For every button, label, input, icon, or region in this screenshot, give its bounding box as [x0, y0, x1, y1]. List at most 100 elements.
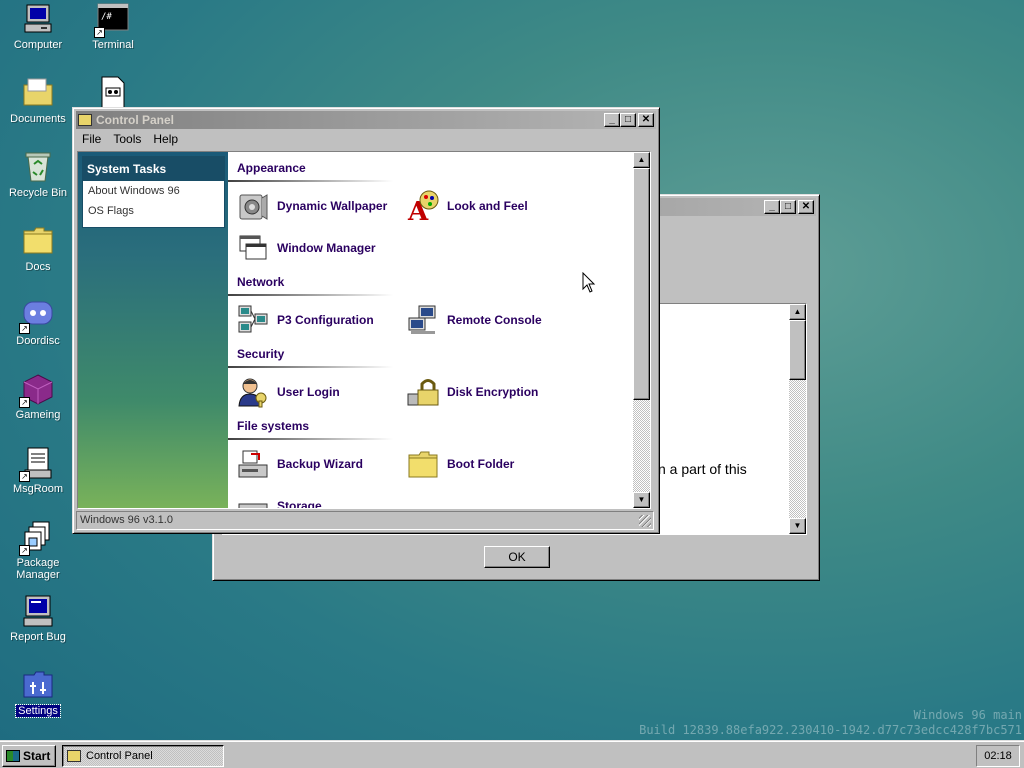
resize-grip[interactable] — [639, 515, 651, 527]
applet-vertical-scrollbar[interactable]: ▲ ▼ — [633, 152, 650, 508]
background-window-text: n a part of this — [658, 461, 747, 477]
close-button[interactable]: ✕ — [638, 113, 654, 127]
section-divider — [228, 294, 393, 296]
section-divider — [228, 366, 393, 368]
padlock-drive-icon — [407, 376, 439, 408]
scroll-down-button[interactable]: ▼ — [633, 492, 650, 508]
applet-label: Look and Feel — [447, 199, 528, 213]
folder-documents-icon — [21, 76, 55, 110]
desktop-icon-label: Report Bug — [10, 631, 66, 643]
scroll-thumb[interactable] — [633, 168, 650, 400]
control-panel-window[interactable]: Control Panel _ □ ✕ File Tools Help Syst… — [72, 107, 660, 534]
background-vertical-scrollbar[interactable]: ▲ ▼ — [789, 304, 806, 534]
applet-label: Disk Encryption — [447, 385, 539, 399]
desktop-icon-documents[interactable]: Documents — [2, 76, 74, 125]
desktop-icon-doordisc[interactable]: ↗ Doordisc — [2, 298, 74, 347]
desktop-icon-label: Package Manager — [16, 557, 60, 581]
system-tray-clock[interactable]: 02:18 — [976, 745, 1020, 767]
control-panel-window-icon — [78, 114, 92, 126]
applet-window-manager[interactable]: Window Manager — [237, 232, 376, 264]
desktop-icon-settings[interactable]: Settings — [2, 668, 74, 718]
section-appearance: Appearance — [237, 161, 306, 175]
minimize-button[interactable]: _ — [764, 200, 780, 214]
section-divider — [228, 438, 393, 440]
desktop-icon-docs[interactable]: Docs — [2, 224, 74, 273]
user-key-icon — [237, 376, 269, 408]
applet-disk-encryption[interactable]: Disk Encryption — [407, 376, 538, 408]
desktop-icon-msgroom[interactable]: ↗ MsgRoom — [2, 446, 74, 495]
menu-help[interactable]: Help — [153, 132, 178, 146]
shortcut-arrow-icon: ↗ — [94, 27, 105, 38]
maximize-button[interactable]: □ — [780, 200, 796, 214]
applet-boot-folder[interactable]: Boot Folder — [407, 448, 514, 480]
status-text: Windows 96 v3.1.0 — [80, 514, 173, 526]
scroll-up-button[interactable]: ▲ — [633, 152, 650, 168]
cube-icon: ↗ — [19, 372, 55, 408]
network-computers-icon — [237, 304, 269, 336]
control-panel-titlebar[interactable]: Control Panel _ □ ✕ — [76, 111, 656, 129]
remote-computers-icon — [407, 304, 439, 336]
section-network: Network — [237, 275, 285, 289]
windows-stack-icon — [237, 232, 269, 264]
storage-icon — [237, 490, 269, 508]
shortcut-arrow-icon: ↗ — [19, 471, 30, 482]
applet-label: Boot Folder — [447, 457, 515, 471]
control-panel-task-icon — [67, 750, 81, 762]
task-os-flags[interactable]: OS Flags — [83, 201, 224, 221]
desktop-icon-report-bug[interactable]: Report Bug — [2, 594, 74, 643]
menu-file[interactable]: File — [82, 132, 101, 146]
backup-drive-icon — [237, 448, 269, 480]
menu-bar: File Tools Help — [76, 129, 656, 149]
scroll-thumb[interactable] — [789, 320, 806, 380]
speaker-icon — [237, 190, 269, 222]
media-file-icon — [96, 76, 130, 110]
taskbar: Start Control Panel 02:18 — [0, 740, 1024, 768]
message-computer-icon: ↗ — [19, 446, 55, 482]
mouse-cursor-icon — [582, 271, 596, 297]
maximize-button[interactable]: □ — [620, 113, 636, 127]
applet-dynamic-wallpaper[interactable]: Dynamic Wallpaper — [237, 190, 387, 222]
applet-list: Appearance Dynamic Wallpaper A Look and … — [228, 152, 635, 508]
scroll-down-button[interactable]: ▼ — [789, 518, 806, 534]
taskbar-item-label: Control Panel — [86, 750, 153, 762]
system-tasks-header: System Tasks — [83, 157, 224, 181]
paint-palette-icon: A — [407, 190, 439, 227]
applet-user-login[interactable]: User Login — [237, 376, 340, 408]
menu-tools[interactable]: Tools — [113, 132, 141, 146]
applet-label: Storage — [277, 499, 322, 509]
desktop-icon-recycle-bin[interactable]: Recycle Bin — [2, 150, 74, 199]
shortcut-arrow-icon: ↗ — [19, 397, 30, 408]
applet-p3-configuration[interactable]: P3 Configuration — [237, 304, 374, 336]
computer-icon — [21, 2, 55, 36]
start-button[interactable]: Start — [2, 745, 56, 767]
section-divider — [228, 180, 393, 182]
applet-backup-wizard[interactable]: Backup Wizard — [237, 448, 363, 480]
taskbar-item-control-panel[interactable]: Control Panel — [62, 745, 224, 767]
ok-button[interactable]: OK — [484, 546, 550, 568]
status-bar: Windows 96 v3.1.0 — [76, 511, 654, 530]
task-about-windows[interactable]: About Windows 96 — [83, 181, 224, 201]
control-panel-body: System Tasks About Windows 96 OS Flags A… — [77, 151, 651, 509]
desktop-icon-terminal[interactable]: /# ↗ Terminal — [77, 2, 149, 51]
desktop-icon-computer[interactable]: Computer — [2, 2, 74, 51]
desktop-icon-package-manager[interactable]: ↗ Package Manager — [2, 520, 74, 581]
applet-label: P3 Configuration — [277, 313, 374, 327]
applet-label: Remote Console — [447, 313, 542, 327]
applet-storage[interactable]: Storage — [237, 490, 322, 509]
start-logo-icon — [6, 750, 20, 762]
desktop-icon-label: Documents — [10, 113, 66, 125]
folder-icon — [407, 448, 439, 480]
shortcut-arrow-icon: ↗ — [19, 545, 30, 556]
desktop-icon-gameing[interactable]: ↗ Gameing — [2, 372, 74, 421]
minimize-button[interactable]: _ — [604, 113, 620, 127]
desktop-icon-label: Doordisc — [16, 335, 60, 347]
desktop-icon-label: Computer — [13, 39, 63, 51]
bug-computer-icon — [21, 594, 55, 628]
applet-label: Dynamic Wallpaper — [277, 199, 388, 213]
close-button[interactable]: ✕ — [798, 200, 814, 214]
applet-look-and-feel[interactable]: A Look and Feel — [407, 190, 528, 227]
svg-text:/#: /# — [101, 12, 112, 22]
applet-remote-console[interactable]: Remote Console — [407, 304, 542, 336]
scroll-up-button[interactable]: ▲ — [789, 304, 806, 320]
package-icon: ↗ — [19, 520, 55, 556]
